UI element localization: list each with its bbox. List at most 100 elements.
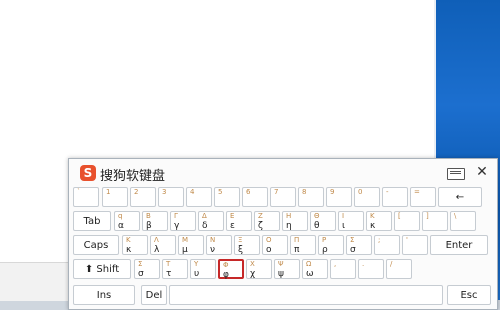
key-main-label: φ (223, 270, 229, 280)
key-caps[interactable]: Caps (73, 235, 119, 255)
key-char[interactable]: Γγ (170, 211, 196, 231)
key-char[interactable]: / (386, 259, 412, 279)
title-bar[interactable]: S 搜狗软键盘 ✕ (69, 159, 497, 187)
key-shift-label: Κ (370, 212, 375, 220)
key-shift-label: Ξ (238, 236, 243, 244)
key-space[interactable] (169, 285, 443, 305)
key-char[interactable]: Οο (262, 235, 288, 255)
key-char[interactable]: ; (374, 235, 400, 255)
key-shift[interactable]: ⬆ Shift (73, 259, 131, 279)
key-main-label: ψ (278, 269, 284, 279)
key-main-label: κ (126, 245, 132, 255)
key-shift-label: Σ (350, 236, 355, 244)
key-char[interactable]: 0 (354, 187, 380, 207)
key-tab[interactable]: Tab (73, 211, 111, 231)
soft-keyboard-window: S 搜狗软键盘 ✕ ` 1 2 3 4 5 6 7 8 9 0- = ← Tab q α Ββ Γγ Δδ Εε Ζζ Η… (68, 158, 498, 310)
key-char[interactable]: 8 (298, 187, 324, 207)
key-arrow[interactable]: ← (438, 187, 482, 207)
key-main-label: τ (166, 269, 172, 279)
key-char[interactable]: 4 (186, 187, 212, 207)
key-shift-label: ` (77, 188, 81, 196)
key-char[interactable]: ' (402, 235, 428, 255)
key-char[interactable]: - (382, 187, 408, 207)
key-char[interactable]: . (358, 259, 384, 279)
key-char[interactable]: Κκ (122, 235, 148, 255)
key-shift-label: 1 (106, 188, 111, 196)
key-char[interactable]: Υυ (190, 259, 216, 279)
key-char[interactable]: Θθ (310, 211, 336, 231)
keyboard-icon[interactable] (447, 168, 465, 180)
key-char[interactable]: Χχ (246, 259, 272, 279)
key-char[interactable]: 7 (270, 187, 296, 207)
key-char[interactable]: Ρρ (318, 235, 344, 255)
key-main-label: κ (370, 221, 376, 231)
key-ins[interactable]: Ins (73, 285, 135, 305)
key-char[interactable]: Λλ (150, 235, 176, 255)
key-char[interactable]: , (330, 259, 356, 279)
key-main-label: ε (230, 221, 235, 231)
key-main-label: σ (138, 269, 144, 279)
key-label: ← (455, 192, 465, 203)
key-char[interactable]: Ιι (338, 211, 364, 231)
key-char[interactable]: Ψψ (274, 259, 300, 279)
key-char[interactable]: Ξξ (234, 235, 260, 255)
key-char[interactable]: 3 (158, 187, 184, 207)
key-char[interactable]: 9 (326, 187, 352, 207)
key-shift-label: [ (398, 212, 401, 220)
key-main-label: μ (182, 245, 188, 255)
key-char[interactable]: 5 (214, 187, 240, 207)
key-char[interactable]: 6 (242, 187, 268, 207)
key-char[interactable]: Σσ (346, 235, 372, 255)
key-main-label: λ (154, 245, 160, 255)
key-shift-label: Δ (202, 212, 207, 220)
key-main-label: σ (350, 245, 356, 255)
key-del[interactable]: Del (141, 285, 167, 305)
key-char[interactable]: Κκ (366, 211, 392, 231)
key-shift-label: 5 (218, 188, 223, 196)
key-shift-label: Π (294, 236, 300, 244)
key-char[interactable]: 2 (130, 187, 156, 207)
key-char[interactable]: Φφ (218, 259, 244, 280)
close-button[interactable]: ✕ (473, 163, 491, 181)
key-char[interactable]: 1 (102, 187, 128, 207)
key-esc[interactable]: Esc (447, 285, 491, 305)
key-shift-label: Η (286, 212, 292, 220)
key-shift-label: ; (378, 236, 381, 244)
key-char[interactable]: = (410, 187, 436, 207)
key-char[interactable]: Μμ (178, 235, 204, 255)
key-char[interactable]: Εε (226, 211, 252, 231)
key-char[interactable]: ] (422, 211, 448, 231)
key-char[interactable]: Ππ (290, 235, 316, 255)
key-char[interactable]: Ζζ (254, 211, 280, 231)
key-enter[interactable]: Enter (430, 235, 488, 255)
key-char[interactable]: Ηη (282, 211, 308, 231)
key-shift-label: 8 (302, 188, 307, 196)
key-shift-label: Λ (154, 236, 159, 244)
key-char[interactable]: [ (394, 211, 420, 231)
key-main-label: χ (250, 269, 256, 279)
key-char[interactable]: Δδ (198, 211, 224, 231)
key-shift-label: Ν (210, 236, 216, 244)
key-shift-label: = (414, 188, 420, 196)
key-main-label: θ (314, 221, 320, 231)
key-char[interactable]: Ττ (162, 259, 188, 279)
key-char[interactable]: Ββ (142, 211, 168, 231)
key-shift-label: 0 (358, 188, 363, 196)
key-main-label: ι (342, 221, 346, 231)
key-char[interactable]: Νν (206, 235, 232, 255)
key-char[interactable]: ` (73, 187, 99, 207)
key-char[interactable]: qα (114, 211, 140, 231)
key-shift-label: Ε (230, 212, 235, 220)
key-char[interactable]: Ωω (302, 259, 328, 279)
window-title: 搜狗软键盘 (100, 169, 166, 184)
key-shift-label: Κ (126, 236, 131, 244)
key-main-label: υ (194, 269, 200, 279)
key-shift-label: Ρ (322, 236, 327, 244)
key-char[interactable]: \ (450, 211, 476, 231)
key-shift-label: Ζ (258, 212, 263, 220)
sogou-logo-icon: S (80, 165, 96, 181)
key-main-label: β (146, 221, 152, 231)
key-shift-label: Χ (250, 260, 255, 268)
key-char[interactable]: Σσ (134, 259, 160, 279)
key-shift-label: Μ (182, 236, 189, 244)
